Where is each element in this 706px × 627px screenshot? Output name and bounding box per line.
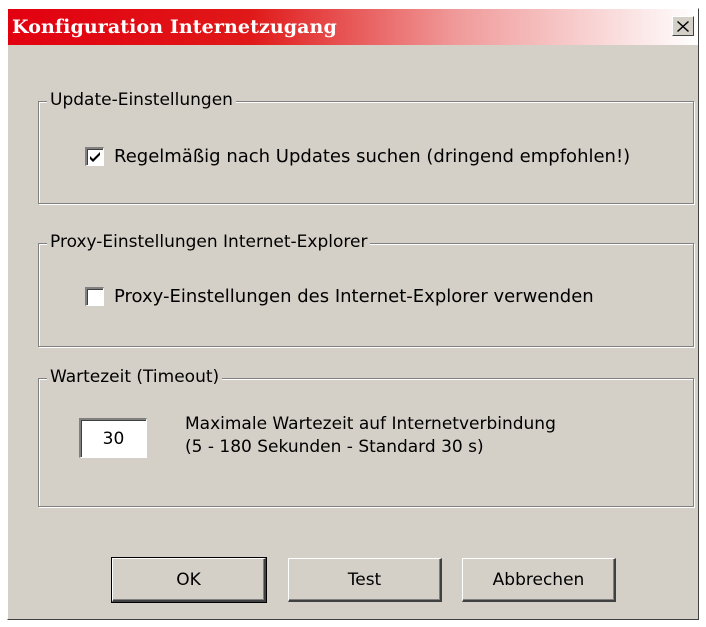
update-settings-legend: Update-Einstellungen <box>47 90 236 110</box>
cancel-button[interactable]: Abbrechen <box>462 558 616 602</box>
close-icon <box>677 20 689 32</box>
proxy-checkbox-label: Proxy-Einstellungen des Internet-Explore… <box>114 286 594 307</box>
config-dialog: Konfiguration Internetzugang Update-Eins… <box>7 8 699 620</box>
update-check-row[interactable]: Regelmäßig nach Updates suchen (dringend… <box>85 146 630 167</box>
proxy-settings-legend: Proxy-Einstellungen Internet-Explorer <box>47 232 371 252</box>
update-settings-group: Update-Einstellungen Regelmäßig nach Upd… <box>38 90 694 204</box>
title-bar[interactable]: Konfiguration Internetzugang <box>8 9 698 45</box>
timeout-description-line1: Maximale Wartezeit auf Internetverbindun… <box>185 414 556 434</box>
timeout-input[interactable] <box>79 418 147 458</box>
update-checkbox-label: Regelmäßig nach Updates suchen (dringend… <box>114 146 631 167</box>
timeout-legend: Wartezeit (Timeout) <box>47 367 223 387</box>
timeout-group: Wartezeit (Timeout) Maximale Wartezeit a… <box>38 367 694 507</box>
checkmark-icon <box>90 152 100 162</box>
proxy-settings-group: Proxy-Einstellungen Internet-Explorer Pr… <box>38 232 694 347</box>
timeout-description-line2: (5 - 180 Sekunden - Standard 30 s) <box>185 437 484 457</box>
update-checkbox[interactable] <box>85 147 104 166</box>
window-title: Konfiguration Internetzugang <box>12 16 337 38</box>
ok-button[interactable]: OK <box>111 557 267 603</box>
test-button[interactable]: Test <box>288 558 442 602</box>
proxy-check-row[interactable]: Proxy-Einstellungen des Internet-Explore… <box>85 286 594 307</box>
proxy-checkbox[interactable] <box>85 287 104 306</box>
close-button[interactable] <box>672 16 694 36</box>
